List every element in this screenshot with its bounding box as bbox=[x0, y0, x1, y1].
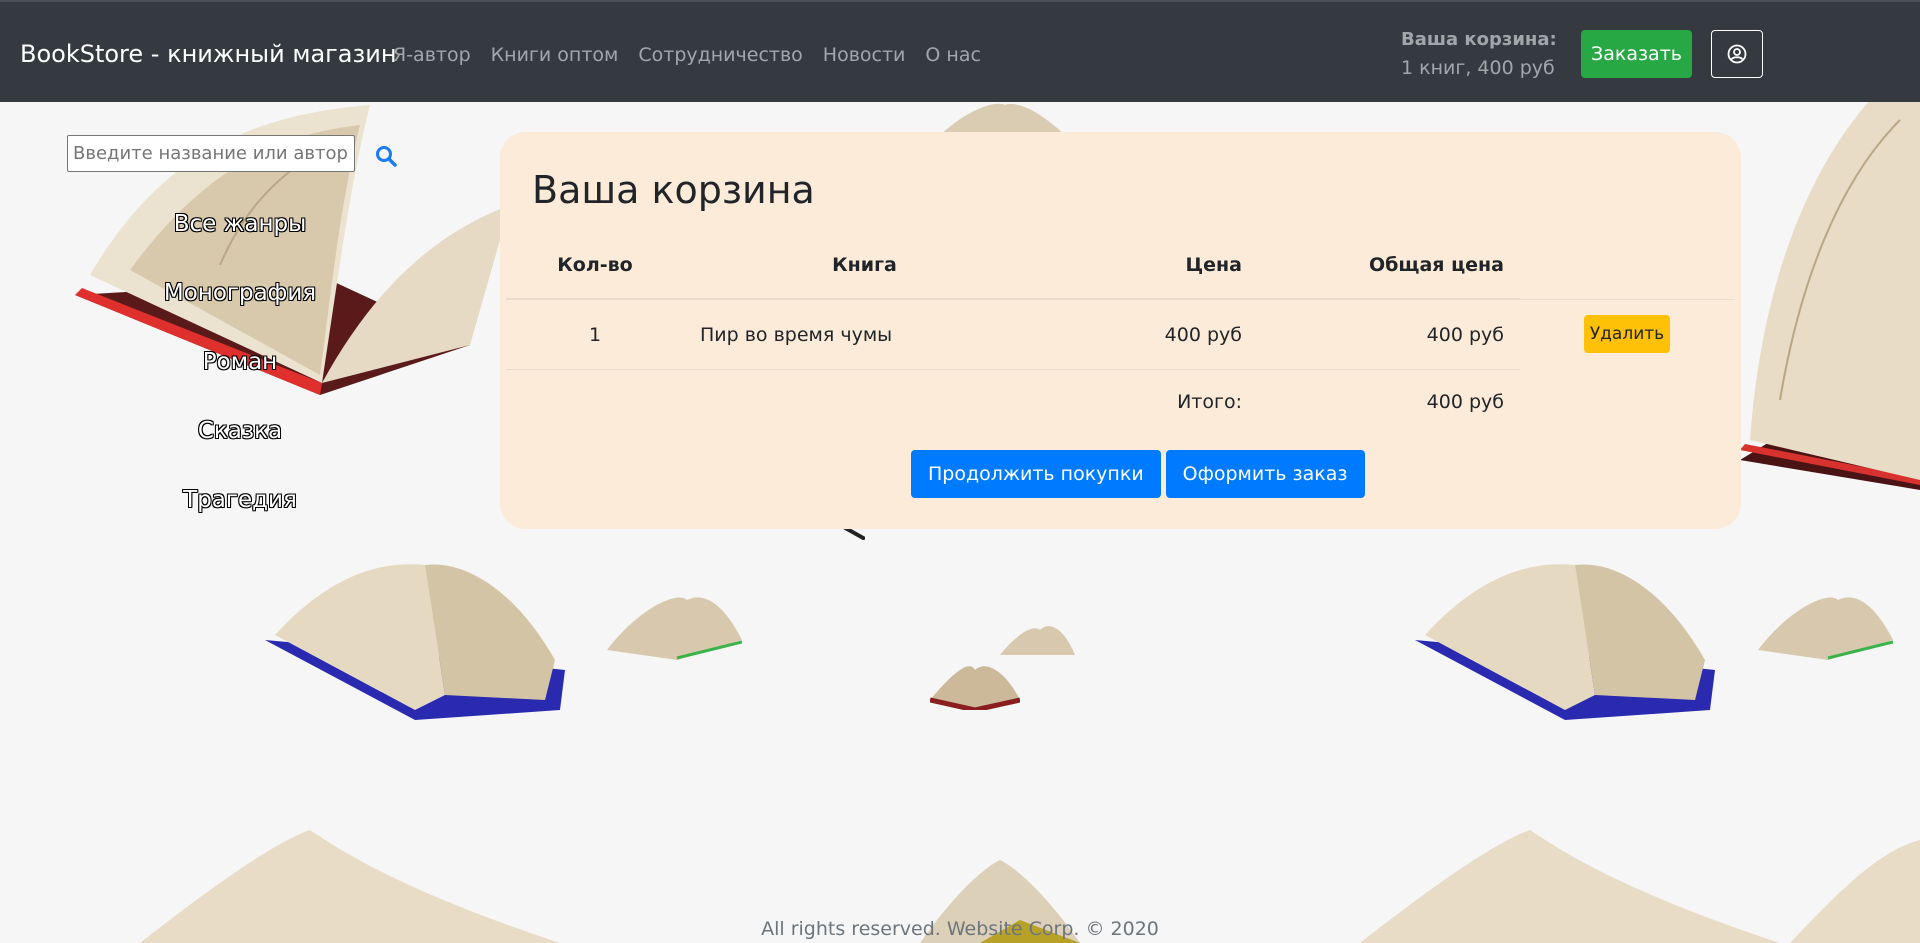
search-icon bbox=[376, 146, 397, 167]
cart-actions: Продолжить покупки Оформить заказ bbox=[911, 450, 1365, 498]
book-decoration-mid-left bbox=[265, 564, 565, 720]
search-button[interactable] bbox=[373, 143, 399, 169]
cart-table: Кол-во Книга Цена Общая цена 1 Пир во вр… bbox=[506, 232, 1520, 434]
cart-summary: Ваша корзина: 1 книг, 400 руб bbox=[1401, 28, 1557, 84]
cart-panel: Ваша корзина Кол-во Книга Цена Общая цен… bbox=[500, 132, 1741, 529]
total-label: Итого: bbox=[1177, 391, 1242, 413]
column-header-qty: Кол-во bbox=[557, 254, 633, 276]
footer-copyright: All rights reserved. Website Corp. © 202… bbox=[761, 918, 1159, 940]
book-decoration-small-3 bbox=[930, 666, 1020, 710]
cart-summary-info: 1 книг, 400 руб bbox=[1401, 57, 1555, 79]
item-price: 400 руб bbox=[1164, 323, 1242, 346]
book-decoration-small-2 bbox=[1000, 626, 1075, 655]
nav-link-cooperation[interactable]: Сотрудничество bbox=[638, 44, 802, 66]
nav-link-about[interactable]: О нас bbox=[925, 44, 981, 66]
top-navbar: BookStore - книжный магазин Я-автор Книг… bbox=[0, 0, 1920, 102]
nav-link-author[interactable]: Я-автор bbox=[393, 44, 471, 66]
table-header-row: Кол-во Книга Цена Общая цена bbox=[506, 232, 1520, 300]
user-circle-icon bbox=[1727, 44, 1747, 64]
book-decoration-mid-right bbox=[1415, 564, 1715, 720]
table-row: 1 Пир во время чумы 400 руб 400 руб bbox=[506, 300, 1520, 370]
divider bbox=[1520, 299, 1735, 300]
nav-link-news[interactable]: Новости bbox=[823, 44, 906, 66]
total-value: 400 руб bbox=[1426, 391, 1504, 413]
column-header-price: Цена bbox=[1185, 254, 1242, 276]
delete-item-button[interactable]: Удалить bbox=[1584, 315, 1670, 353]
item-qty: 1 bbox=[588, 323, 602, 346]
genre-novel[interactable]: Роман bbox=[120, 328, 360, 397]
table-total-row: Итого: 400 руб bbox=[506, 370, 1520, 434]
search-input[interactable] bbox=[67, 135, 355, 172]
user-account-button[interactable] bbox=[1711, 30, 1763, 78]
column-header-book: Книга bbox=[832, 254, 897, 276]
genre-monograph[interactable]: Монография bbox=[120, 259, 360, 328]
book-decoration-small-4 bbox=[1758, 597, 1893, 660]
brand-logo[interactable]: BookStore - книжный магазин bbox=[20, 40, 397, 68]
nav-links: Я-автор Книги оптом Сотрудничество Новос… bbox=[393, 44, 981, 66]
order-button[interactable]: Заказать bbox=[1581, 30, 1692, 78]
genre-list: Все жанры Монография Роман Сказка Трагед… bbox=[120, 190, 360, 535]
book-decoration-large-right bbox=[1740, 100, 1920, 490]
column-header-total: Общая цена bbox=[1369, 254, 1504, 276]
item-book-title: Пир во время чумы bbox=[700, 323, 893, 346]
genre-tragedy[interactable]: Трагедия bbox=[120, 466, 360, 535]
checkout-button[interactable]: Оформить заказ bbox=[1165, 450, 1365, 498]
book-decoration-small-1 bbox=[607, 597, 742, 660]
continue-shopping-button[interactable]: Продолжить покупки bbox=[911, 450, 1161, 498]
nav-link-wholesale[interactable]: Книги оптом bbox=[491, 44, 619, 66]
cart-title: Ваша корзина bbox=[532, 168, 815, 212]
genre-fairy-tale[interactable]: Сказка bbox=[120, 397, 360, 466]
item-total-price: 400 руб bbox=[1426, 323, 1504, 346]
cart-summary-title: Ваша корзина: bbox=[1401, 29, 1557, 50]
genre-all[interactable]: Все жанры bbox=[120, 190, 360, 259]
